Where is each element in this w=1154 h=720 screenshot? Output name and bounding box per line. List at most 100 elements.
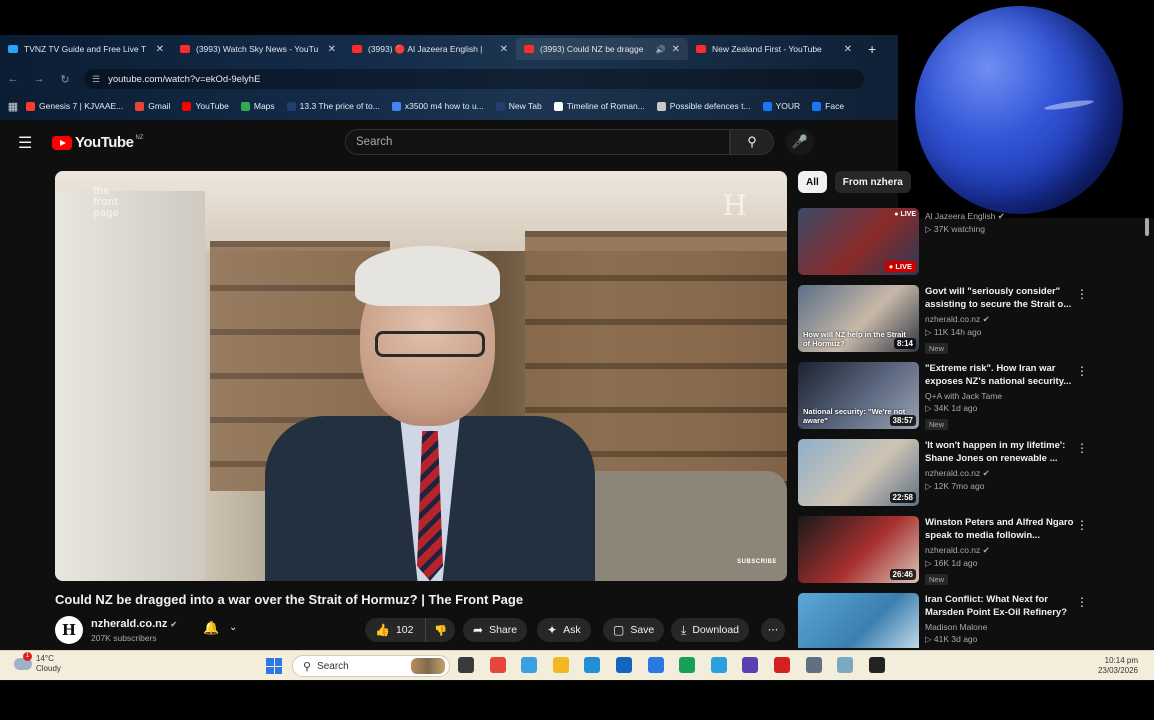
system-clock[interactable]: 10:14 pm 23/03/2026 xyxy=(1098,656,1138,676)
video-title[interactable]: "Extreme risk". How Iran war exposes NZ'… xyxy=(925,362,1075,388)
scrollbar-thumb[interactable] xyxy=(1145,218,1149,236)
channel-avatar[interactable]: H xyxy=(55,616,83,644)
chrome-icon[interactable] xyxy=(489,657,506,673)
app-purple-icon[interactable] xyxy=(742,657,759,673)
settings-app-icon[interactable] xyxy=(837,657,854,673)
recommended-video[interactable]: How will NZ help in the Strait of Hormuz… xyxy=(798,285,1098,362)
outlook-icon[interactable] xyxy=(615,657,632,673)
channel-name[interactable]: Q+A with Jack Tame xyxy=(925,391,1075,401)
channel-name[interactable]: nzherald.co.nz ✔ xyxy=(925,468,1075,479)
more-vertical-icon[interactable]: ⋮ xyxy=(1076,595,1088,609)
video-thumbnail[interactable]: National security: "We're not aware" 38:5… xyxy=(798,362,919,429)
channel-name[interactable]: nzherald.co.nz ✔ xyxy=(925,545,1075,556)
forward-icon[interactable]: → xyxy=(26,73,52,85)
subscribe-overlay[interactable]: SUBSCRIBE xyxy=(737,559,777,565)
more-vertical-icon[interactable]: ⋮ xyxy=(1076,441,1088,455)
browser-tab[interactable]: (3993) 🔴 Al Jazeera English | ✕ xyxy=(344,38,516,60)
more-vertical-icon[interactable]: ⋮ xyxy=(1076,364,1088,378)
bookmark-item[interactable]: Genesis 7 | KJVAAE... xyxy=(26,101,123,111)
video-thumbnail[interactable] xyxy=(798,593,919,648)
site-info-icon[interactable]: ☰ xyxy=(92,74,100,85)
file-explorer-icon[interactable] xyxy=(552,657,569,673)
youtube-logo[interactable]: YouTube NZ xyxy=(52,134,143,151)
view-count: ▷ 41K 3d ago xyxy=(925,634,1075,645)
sidebar-scrollbar[interactable] xyxy=(1143,218,1151,648)
speaker-icon[interactable]: 🔊 xyxy=(656,45,666,54)
close-tab-icon[interactable]: ✕ xyxy=(844,44,852,55)
notification-bell-icon[interactable]: 🔔 xyxy=(203,620,219,636)
recommended-video[interactable]: ● LIVE ● LIVE Al Jazeera English ✔ ▷ 37K wa… xyxy=(798,208,1098,285)
chevron-down-icon[interactable]: ⌄ xyxy=(229,622,237,633)
bookmark-item[interactable]: Gmail xyxy=(135,101,170,111)
ask-button[interactable]: ✦ Ask xyxy=(537,618,591,642)
apps-grid-icon[interactable]: ▦ xyxy=(0,100,26,113)
dislike-button[interactable]: 👎 xyxy=(425,618,455,642)
download-button[interactable]: ⤓ Download xyxy=(671,618,750,642)
video-thumbnail[interactable]: How will NZ help in the Strait of Hormuz… xyxy=(798,285,919,352)
bookmark-item[interactable]: x3500 m4 how to u... xyxy=(391,101,484,111)
store-icon[interactable] xyxy=(647,657,664,673)
more-vertical-icon[interactable]: ⋮ xyxy=(1076,287,1088,301)
search-input[interactable]: Search xyxy=(345,129,730,155)
app-green-icon[interactable] xyxy=(679,657,696,673)
video-title[interactable]: Winston Peters and Alfred Ngaro speak to… xyxy=(925,516,1075,542)
save-button[interactable]: ▢ Save xyxy=(603,618,665,642)
video-thumbnail[interactable]: 22:58 xyxy=(798,439,919,506)
address-bar[interactable]: ☰ youtube.com/watch?v=ekOd-9elyhE xyxy=(84,69,864,89)
share-button[interactable]: ➦ Share xyxy=(463,618,528,642)
reload-icon[interactable]: ↻ xyxy=(52,73,78,86)
tab-title: (3993) Could NZ be dragge xyxy=(540,44,644,54)
browser-tab[interactable]: TVNZ TV Guide and Free Live T ✕ xyxy=(0,38,172,60)
channel-name[interactable]: Al Jazeera English ✔ xyxy=(925,211,1075,222)
filter-chip[interactable]: All xyxy=(798,171,827,193)
close-tab-icon[interactable]: ✕ xyxy=(500,44,508,55)
recommended-video[interactable]: 26:46 Winston Peters and Alfred Ngaro spe… xyxy=(798,516,1098,593)
close-tab-icon[interactable]: ✕ xyxy=(328,44,336,55)
taskbar-search[interactable]: ⚲ Search xyxy=(292,655,450,677)
obs-icon[interactable] xyxy=(868,657,885,673)
weather-widget[interactable]: 1 14°C Cloudy xyxy=(14,652,61,674)
channel-name[interactable]: nzherald.co.nz ✔ xyxy=(925,314,1075,325)
bookmark-item[interactable]: YouTube xyxy=(182,101,229,111)
back-icon[interactable]: ← xyxy=(0,73,26,85)
voice-search-button[interactable]: 🎤 xyxy=(786,129,814,155)
play-dot-icon: ▷ xyxy=(925,558,934,568)
bookmark-item[interactable]: New Tab xyxy=(495,101,542,111)
bookmark-item[interactable]: YOUR xyxy=(762,101,800,111)
search-button[interactable]: ⚲ xyxy=(730,129,774,155)
flash-icon[interactable] xyxy=(773,657,790,673)
telegram-icon[interactable] xyxy=(710,657,727,673)
close-tab-icon[interactable]: ✕ xyxy=(672,44,680,55)
more-vertical-icon[interactable]: ⋮ xyxy=(1076,518,1088,532)
edge-icon[interactable] xyxy=(584,657,601,673)
bookmark-item[interactable]: Possible defences t... xyxy=(656,101,751,111)
recommended-video[interactable]: 22:58 'It won't happen in my lifetime': S… xyxy=(798,439,1098,516)
more-actions-button[interactable]: ⋯ xyxy=(761,618,785,642)
bookmark-item[interactable]: Timeline of Roman... xyxy=(553,101,645,111)
new-tab-button[interactable]: + xyxy=(868,41,876,57)
browser-tab[interactable]: New Zealand First - YouTube ✕ xyxy=(688,38,860,60)
channel-name-wrap[interactable]: nzherald.co.nz ✔ xyxy=(91,618,177,630)
duration-badge: 8:14 xyxy=(893,338,916,349)
video-thumbnail[interactable]: 26:46 xyxy=(798,516,919,583)
channel-name[interactable]: Madison Malone xyxy=(925,622,1075,632)
task-view-icon[interactable] xyxy=(458,657,474,673)
video-thumbnail[interactable]: ● LIVE ● LIVE xyxy=(798,208,919,275)
bookmark-item[interactable]: Maps xyxy=(240,101,275,111)
video-title[interactable]: Govt will "seriously consider" assisting… xyxy=(925,285,1075,311)
video-title[interactable]: 'It won't happen in my lifetime': Shane … xyxy=(925,439,1075,465)
video-player[interactable]: the front page H SUBSCRIBE xyxy=(55,171,787,581)
browser-tab[interactable]: (3993) Could NZ be dragge 🔊 ✕ xyxy=(516,38,688,60)
windows-start-icon[interactable] xyxy=(266,658,282,674)
recommended-video[interactable]: Iran Conflict: What Next for Marsden Poi… xyxy=(798,593,1098,648)
recommended-video[interactable]: National security: "We're not aware" 38:5… xyxy=(798,362,1098,439)
gamepad-icon[interactable] xyxy=(805,657,822,673)
bookmark-item[interactable]: 13.3 The price of to... xyxy=(286,101,380,111)
browser-tab[interactable]: (3993) Watch Sky News - YouTu ✕ xyxy=(172,38,344,60)
copilot-icon[interactable] xyxy=(521,657,538,673)
bookmark-item[interactable]: Face xyxy=(812,101,844,111)
video-title[interactable]: Iran Conflict: What Next for Marsden Poi… xyxy=(925,593,1075,619)
hamburger-menu-icon[interactable]: ☰ xyxy=(18,133,32,153)
filter-chip[interactable]: From nzhera xyxy=(834,171,911,193)
close-tab-icon[interactable]: ✕ xyxy=(156,44,164,55)
